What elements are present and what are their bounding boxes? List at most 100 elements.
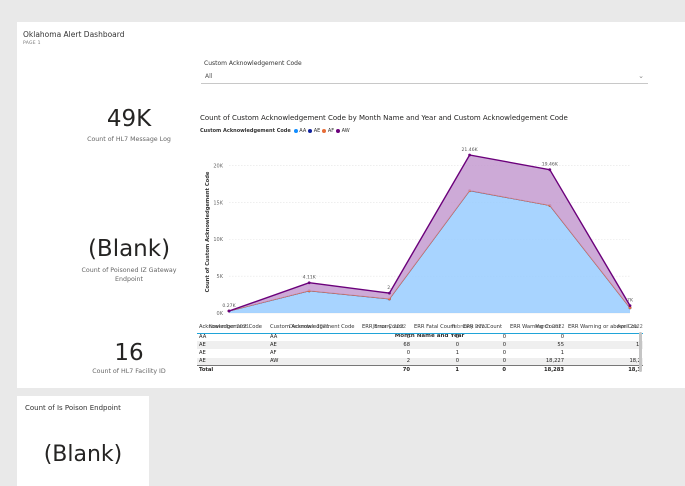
table-cell [566, 349, 643, 357]
y-tick-label: 5K [217, 274, 224, 280]
bottom-card-title: Count of Is Poison Endpoint [25, 404, 121, 412]
card-hl7-message-log-label: Count of HL7 Message Log [87, 136, 171, 143]
table-row: AE AF 0 1 0 1 [197, 349, 643, 357]
point-aw [307, 281, 311, 285]
table-cell: AA [199, 334, 207, 341]
table-cell: 0 [406, 350, 410, 357]
table-total-row: Total 70 1 0 18,283 18,3 [197, 365, 643, 374]
table-total-cell: Total [197, 365, 268, 374]
table-cell: AE [199, 350, 206, 357]
table-cell: 0 [412, 357, 461, 366]
data-label: 4.11K [303, 275, 317, 281]
legend-dot-aa [293, 129, 298, 133]
matrix-header-cell[interactable]: Acknowledgement Code [197, 321, 268, 334]
y-tick-label: 20K [213, 164, 223, 170]
legend-label-aw: AW [341, 128, 350, 134]
table-total-cell: 0 [461, 365, 508, 374]
legend-item-aw[interactable]: AW [336, 128, 350, 134]
table-cell: 0 [461, 341, 508, 350]
card-poisoned-endpoint-value: (Blank) [87, 236, 171, 262]
legend-label-ae: AE [313, 128, 321, 134]
legend-dot-ae [308, 129, 313, 133]
table-total-cell: 18,283 [508, 365, 566, 374]
table-cell: 68 [360, 341, 412, 350]
report-canvas: Oklahoma Alert Dashboard PAGE 1 Custom A… [17, 22, 685, 388]
table-cell: 18,2 [566, 357, 643, 366]
table-cell: 0 [502, 334, 506, 341]
point-aw [468, 153, 471, 157]
y-axis-title: Count of Custom Acknowledgement Code [205, 171, 211, 292]
point-aw [388, 291, 391, 295]
error-count-matrix: Acknowledgement Code Custom Acknowledgeme… [197, 321, 643, 387]
table-cell: 2 [360, 357, 412, 366]
matrix-header-row: Acknowledgement Code Custom Acknowledgeme… [197, 321, 643, 334]
matrix-scrollbar[interactable] [639, 332, 642, 372]
table-cell: AE [197, 357, 268, 366]
slicer-title: Custom Acknowledgement Code [204, 60, 302, 67]
table-cell: 0 [406, 334, 410, 341]
y-tick-label: 15K [213, 200, 223, 206]
table-row: AEAE6800551. [197, 341, 643, 350]
legend-label-aa: AA [299, 128, 307, 134]
area-chart[interactable]: 0K5K10K15K20KNovember 2021 December 2021 J… [197, 137, 643, 339]
table-cell [566, 333, 643, 341]
table-total-cell [268, 365, 360, 374]
card-is-poison-endpoint: Count of Is Poison Endpoint (Blank) [17, 396, 149, 486]
point-aw [227, 309, 231, 313]
matrix-header-cell[interactable]: ERR Warning or above Cou [566, 321, 643, 334]
table-cell: AF [270, 350, 277, 357]
data-label: 2. [387, 285, 391, 291]
table-cell: 1 [560, 350, 564, 357]
report-title: Oklahoma Alert Dashboard [23, 30, 125, 39]
data-label: 0.27K [222, 303, 236, 309]
table-total-cell: 70 [360, 365, 412, 374]
table-cell: 1. [566, 341, 643, 350]
legend-title: Custom Acknowledgement Code [200, 128, 291, 134]
table-cell: AE [197, 341, 268, 350]
table-cell: 0 [560, 334, 564, 341]
table-cell: 18,227 [508, 357, 566, 366]
card-hl7-facility-value: 16 [114, 340, 144, 366]
legend-item-aa[interactable]: AA [293, 128, 307, 134]
card-poisoned-endpoint-label: Count of Poisoned IZ Gateway Endpoint [81, 267, 177, 283]
card-hl7-facility-label: Count of HL7 Facility ID [92, 368, 166, 375]
table-cell: 1 [455, 350, 459, 357]
table-row: AE AW 2 0 0 18,227 18,2 [197, 357, 643, 366]
table-row: AA AA 0 0 0 0 [197, 333, 643, 341]
data-label: 19.46K [542, 162, 559, 168]
legend-item-ae[interactable]: AE [308, 128, 320, 134]
point-aw [548, 168, 552, 172]
legend-item-af[interactable]: AF [322, 128, 334, 134]
table-cell: 0 [412, 341, 461, 350]
chart-title: Count of Custom Acknowledgement Code by … [200, 114, 568, 122]
legend-label-af: AF [327, 128, 335, 134]
table-cell: 0 [502, 350, 506, 357]
chart-legend: Custom Acknowledgement Code AA AE AF AW [200, 128, 352, 134]
y-tick-label: 0K [217, 311, 224, 317]
matrix-header-cell[interactable]: ERR Warning Count [508, 321, 566, 334]
legend-dot-af [322, 129, 327, 133]
table-cell: 0 [461, 357, 508, 366]
matrix-header-cell[interactable]: ERR Error Count [360, 321, 412, 334]
data-label: 7K [627, 298, 634, 304]
slicer-selected-value: All [205, 73, 213, 80]
table-total-cell: 1 [412, 365, 461, 374]
card-hl7-message-log-value: 49K [106, 106, 152, 132]
table-total-cell: 18,3 [566, 365, 643, 374]
chevron-down-icon[interactable]: ⌄ [638, 72, 644, 80]
table-cell: AA [270, 334, 278, 341]
table-cell: AE [268, 341, 360, 350]
table-cell: 55 [508, 341, 566, 350]
custom-ack-code-slicer[interactable]: All ⌄ [201, 71, 648, 84]
matrix-header-cell[interactable]: ERR Fatal Count [412, 321, 461, 334]
legend-dot-aw [336, 129, 341, 133]
y-tick-label: 10K [213, 237, 223, 243]
table-cell: AW [268, 357, 360, 366]
page-label: PAGE 1 [23, 41, 41, 46]
matrix-header-cell[interactable]: Custom Acknowledgement Code [268, 321, 360, 334]
point-aw [628, 304, 632, 307]
table-cell: 0 [455, 334, 459, 341]
data-label: 21.46K [462, 147, 479, 153]
matrix-header-cell[interactable]: ERR Info Count [461, 321, 508, 334]
bottom-card-value: (Blank) [43, 442, 123, 467]
